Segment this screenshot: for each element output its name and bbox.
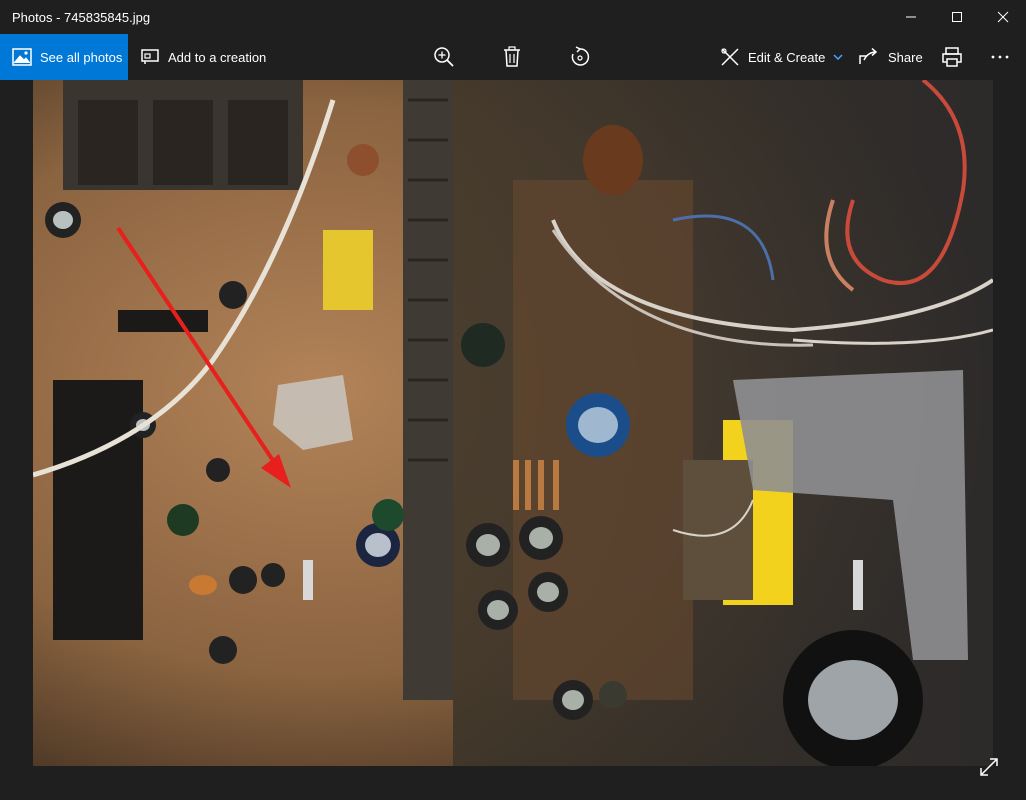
minimize-button[interactable] xyxy=(888,0,934,34)
fullscreen-icon xyxy=(980,758,998,776)
rotate-button[interactable] xyxy=(560,34,600,80)
maximize-button[interactable] xyxy=(934,0,980,34)
window-title: Photos - 745835845.jpg xyxy=(12,9,151,25)
chevron-down-icon xyxy=(833,54,843,60)
minimize-icon xyxy=(906,16,916,18)
zoom-icon xyxy=(434,47,454,67)
title-bar: Photos - 745835845.jpg xyxy=(0,0,1026,34)
print-button[interactable] xyxy=(932,34,972,80)
close-icon xyxy=(997,11,1009,23)
share-button[interactable]: Share xyxy=(858,34,923,80)
edit-create-button[interactable]: Edit & Create xyxy=(720,34,843,80)
maximize-icon xyxy=(952,12,962,22)
add-creation-icon xyxy=(140,48,160,66)
edit-create-label: Edit & Create xyxy=(748,49,826,65)
close-button[interactable] xyxy=(980,0,1026,34)
circuit-board-photo xyxy=(33,80,993,766)
fullscreen-button[interactable] xyxy=(978,756,1000,778)
rotate-icon xyxy=(571,46,590,66)
print-icon xyxy=(942,47,962,67)
see-all-photos-label: See all photos xyxy=(40,49,123,65)
toolbar: See all photos Add to a creation Edit & … xyxy=(0,34,1026,80)
delete-button[interactable] xyxy=(492,34,532,80)
photo-viewer xyxy=(0,80,1026,800)
share-icon xyxy=(858,48,880,66)
zoom-button[interactable] xyxy=(424,34,464,80)
edit-create-icon xyxy=(720,47,740,67)
see-all-photos-button[interactable]: See all photos xyxy=(0,34,128,80)
photos-icon xyxy=(12,48,32,66)
window-controls xyxy=(888,0,1026,34)
add-to-creation-label: Add to a creation xyxy=(168,49,267,65)
share-label: Share xyxy=(888,49,923,65)
add-to-creation-button[interactable]: Add to a creation xyxy=(140,34,266,80)
more-icon xyxy=(991,55,1009,59)
more-button[interactable] xyxy=(980,34,1020,80)
delete-icon xyxy=(504,46,520,67)
photo[interactable] xyxy=(33,80,993,766)
